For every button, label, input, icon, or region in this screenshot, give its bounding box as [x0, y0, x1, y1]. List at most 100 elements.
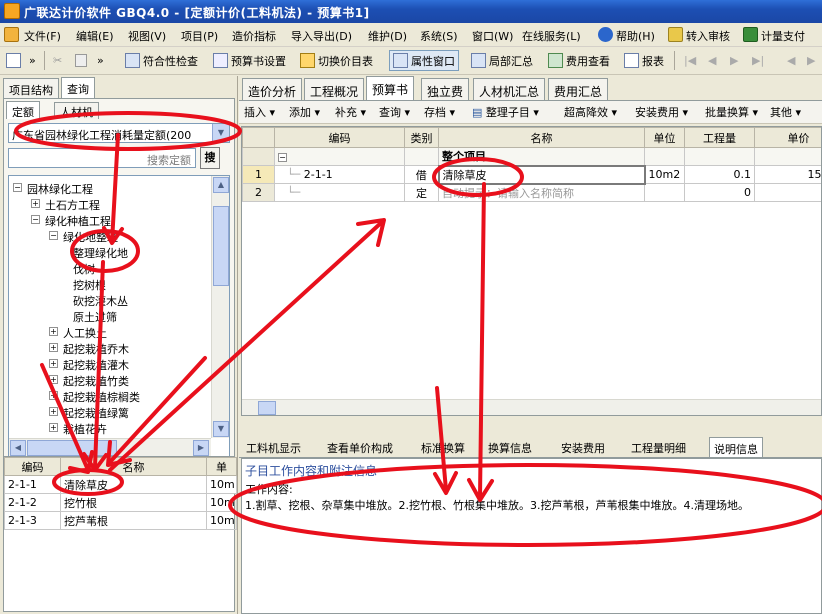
tree-item-palm[interactable]: + 起挖栽植棕榈类 — [9, 388, 209, 404]
tree-item-bamboo[interactable]: + 起挖栽植竹类 — [9, 372, 209, 388]
expand-icon[interactable]: + — [49, 343, 58, 352]
tree-item-flowers[interactable]: + 栽植花卉 — [9, 420, 209, 436]
menu-maintain[interactable]: 维护(D) — [368, 28, 407, 44]
scroll-left-icon[interactable]: ◀ — [10, 440, 26, 456]
switch-price-button[interactable]: 切换价目表 — [297, 50, 376, 71]
subtab-quota[interactable]: 定额 — [6, 101, 40, 119]
archive-button[interactable]: 存档 ▾ — [424, 104, 455, 120]
tab-description[interactable]: 说明信息 — [709, 437, 763, 457]
expand-icon[interactable]: + — [49, 407, 58, 416]
chevron-down-icon[interactable]: ▼ — [212, 124, 229, 142]
expand-icon[interactable]: + — [49, 391, 58, 400]
tab-project-structure[interactable]: 项目结构 — [3, 78, 59, 98]
expand-icon[interactable]: + — [49, 423, 58, 432]
forward-button[interactable]: ▶ — [804, 50, 818, 71]
nav-first-button[interactable]: |◀ — [681, 50, 699, 71]
scroll-down-icon[interactable]: ▼ — [213, 421, 229, 437]
scroll-right-icon[interactable]: ▶ — [193, 440, 209, 456]
tab-cost-analysis[interactable]: 造价分析 — [242, 78, 303, 100]
tab-budget-book[interactable]: 预算书 — [366, 76, 415, 100]
tree-item-fell-trees[interactable]: 伐树 — [9, 260, 209, 276]
tab-qty-detail[interactable]: 工程量明细 — [627, 437, 690, 457]
tab-material-summary[interactable]: 人材机汇总 — [473, 78, 546, 100]
col-header-unit[interactable]: 单位 — [644, 127, 685, 148]
name-input-hint[interactable]: 自动提示：请输入名称简称 — [438, 183, 645, 202]
add-button[interactable]: 添加 ▾ — [289, 104, 320, 120]
tree-item-dig-roots[interactable]: 挖树根 — [9, 276, 209, 292]
collapse-icon[interactable]: − — [13, 183, 22, 192]
tab-fee-summary[interactable]: 费用汇总 — [548, 78, 609, 100]
tree-item-shrub-plant[interactable]: + 起挖栽植灌木 — [9, 356, 209, 372]
supplement-button[interactable]: 补充 ▾ — [335, 104, 366, 120]
height-reduce-button[interactable]: 超高降效 ▾ — [564, 104, 617, 120]
tab-project-overview[interactable]: 工程概况 — [304, 78, 365, 100]
menu-file[interactable]: 文件(F) — [24, 28, 61, 44]
search-button[interactable]: 搜 — [200, 147, 220, 169]
scroll-thumb[interactable] — [213, 206, 229, 286]
menu-online-service[interactable]: 在线服务(L) — [522, 28, 581, 44]
subtab-material[interactable]: 人材机 — [54, 102, 99, 119]
col-header-qty[interactable]: 工程量 — [684, 127, 755, 148]
table-row[interactable]: 2-1-1 清除草皮 10m — [4, 475, 237, 494]
col-header-code[interactable]: 编码 — [274, 127, 405, 148]
col-header-unit[interactable]: 单 — [206, 457, 237, 476]
local-summary-button[interactable]: 局部汇总 — [468, 50, 536, 71]
compliance-check-button[interactable]: 符合性检查 — [122, 50, 201, 71]
install-fee-button[interactable]: 安装费用 ▾ — [635, 104, 688, 120]
quota-library-select[interactable]: 广东省园林绿化工程消耗量定额(200 ▼ — [8, 123, 230, 143]
fee-view-button[interactable]: 费用查看 — [545, 50, 613, 71]
hscroll-thumb[interactable] — [27, 440, 117, 456]
more-button-2[interactable]: » — [94, 50, 107, 71]
new-button[interactable] — [3, 50, 24, 71]
nav-next-button[interactable]: ▶ — [727, 50, 741, 71]
collapse-icon[interactable]: − — [49, 231, 58, 240]
organize-button[interactable]: ▤ 整理子目 ▾ — [472, 104, 539, 120]
tab-query[interactable]: 查询 — [61, 77, 95, 98]
tree-item-hedge[interactable]: + 起挖栽植绿篱 — [9, 404, 209, 420]
insert-button[interactable]: 插入 ▾ — [244, 104, 275, 120]
hscroll-thumb[interactable] — [258, 401, 276, 415]
other-button[interactable]: 其他 ▾ — [770, 104, 801, 120]
more-button[interactable]: » — [26, 50, 39, 71]
budget-settings-button[interactable]: 预算书设置 — [210, 50, 289, 71]
col-header-code[interactable]: 编码 — [4, 457, 61, 476]
grid-horizontal-scrollbar[interactable] — [242, 399, 821, 415]
col-header-name[interactable]: 名称 — [60, 457, 207, 476]
col-header-price[interactable]: 单价 — [754, 127, 821, 148]
menu-payment[interactable]: 计量支付 — [761, 28, 805, 44]
menu-view[interactable]: 视图(V) — [128, 28, 166, 44]
name-cell-selected[interactable]: 清除草皮 — [437, 164, 646, 185]
menu-window[interactable]: 窗口(W) — [472, 28, 513, 44]
expand-icon[interactable]: + — [49, 327, 58, 336]
col-header-type[interactable]: 类别 — [404, 127, 439, 148]
report-button[interactable]: 报表 — [621, 50, 667, 71]
expand-icon[interactable]: + — [49, 375, 58, 384]
tree-item-shrubs[interactable]: 砍挖灌木丛 — [9, 292, 209, 308]
tree-item-arbor[interactable]: + 起挖栽植乔木 — [9, 340, 209, 356]
table-row[interactable]: 2-1-2 挖竹根 10m — [4, 493, 237, 512]
tree-item-garden[interactable]: − 园林绿化工程 — [9, 180, 209, 196]
query-button[interactable]: 查询 ▾ — [379, 104, 410, 120]
menu-cost-index[interactable]: 造价指标 — [232, 28, 276, 44]
menu-edit[interactable]: 编辑(E) — [76, 28, 114, 44]
col-header-name[interactable]: 名称 — [438, 127, 645, 148]
menu-project[interactable]: 项目(P) — [181, 28, 218, 44]
tab-material-display[interactable]: 工料机显示 — [242, 437, 305, 457]
collapse-icon[interactable]: − — [31, 215, 40, 224]
tree-item-planting[interactable]: − 绿化种植工程 — [9, 212, 209, 228]
copy-button[interactable] — [72, 50, 90, 71]
menu-system[interactable]: 系统(S) — [420, 28, 458, 44]
nav-prev-button[interactable]: ◀ — [705, 50, 719, 71]
expand-icon[interactable]: + — [31, 199, 40, 208]
tree-vertical-scrollbar[interactable]: ▲ ▼ — [211, 176, 229, 438]
tree-item-earthwork[interactable]: + 土石方工程 — [9, 196, 209, 212]
tree-item-soil-replace[interactable]: + 人工换土 — [9, 324, 209, 340]
collapse-icon[interactable]: − — [278, 153, 287, 162]
group-row[interactable]: − 整个项目 — [242, 147, 821, 166]
table-row[interactable]: 2 └─ 定 自动提示：请输入名称简称 0 0 — [242, 183, 821, 202]
tab-convert-info[interactable]: 换算信息 — [484, 437, 536, 457]
tree-horizontal-scrollbar[interactable]: ◀ ▶ — [9, 438, 211, 456]
expand-icon[interactable]: + — [49, 359, 58, 368]
menu-import-export[interactable]: 导入导出(D) — [291, 28, 352, 44]
tree-item-land-prep[interactable]: − 绿化地整理 — [9, 228, 209, 244]
